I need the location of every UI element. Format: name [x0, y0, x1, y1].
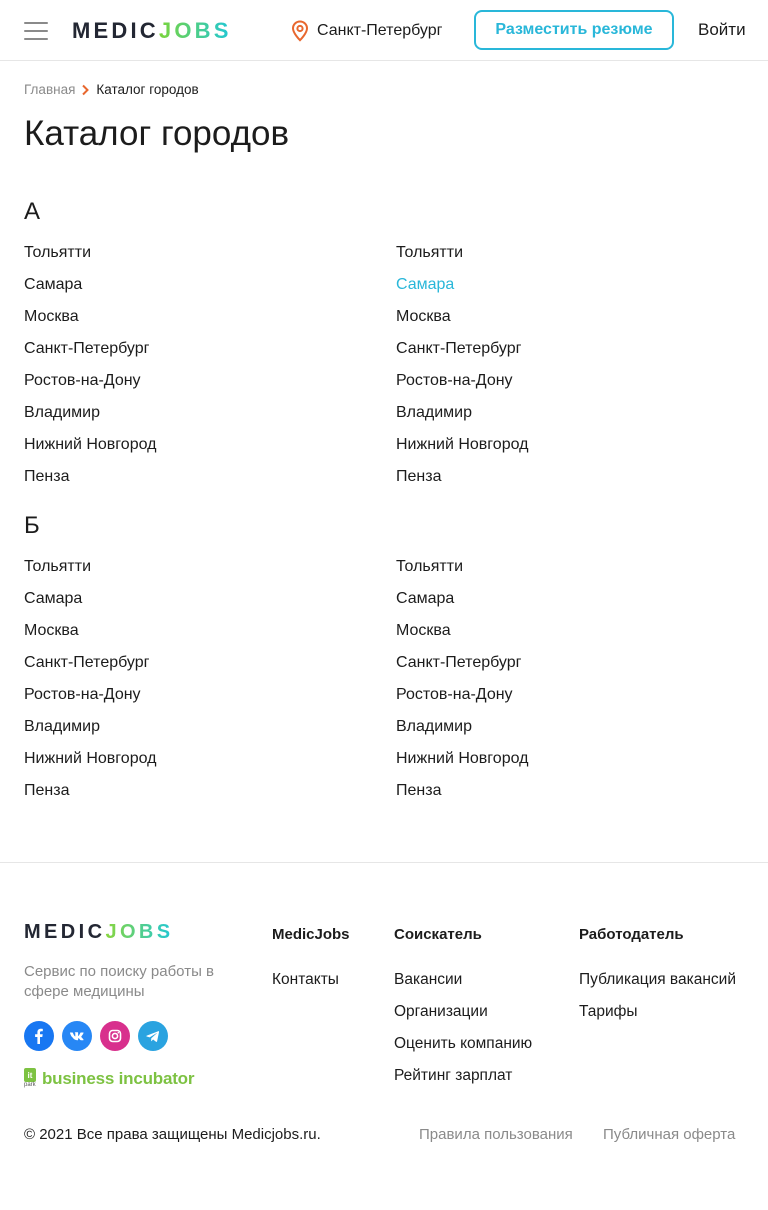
footer-column-title: MedicJobs — [272, 926, 350, 943]
footer-column-medicjobs: MedicJobs Контакты — [272, 926, 350, 1002]
it-park-incubator-logo[interactable]: it park business incubator — [24, 1068, 194, 1090]
page-title: Каталог городов — [24, 114, 290, 153]
social-links — [24, 1021, 168, 1051]
city-link[interactable]: Москва — [24, 307, 364, 339]
city-link[interactable]: Москва — [396, 621, 736, 653]
city-link[interactable]: Санкт-Петербург — [396, 339, 736, 371]
facebook-icon[interactable] — [24, 1021, 54, 1051]
it-park-icon: it park — [24, 1068, 38, 1090]
city-link[interactable]: Нижний Новгород — [396, 435, 736, 467]
footer-link-tariffs[interactable]: Тарифы — [579, 1002, 736, 1034]
menu-icon[interactable] — [24, 22, 48, 40]
city-link[interactable]: Пенза — [24, 781, 364, 813]
city-link[interactable]: Ростов-на-Дону — [24, 371, 364, 403]
chevron-right-icon — [82, 84, 90, 95]
login-link[interactable]: Войти — [698, 20, 746, 40]
city-link[interactable]: Пенза — [396, 781, 736, 813]
city-link[interactable]: Нижний Новгород — [24, 749, 364, 781]
city-link[interactable]: Тольятти — [24, 557, 364, 589]
city-link[interactable]: Москва — [396, 307, 736, 339]
footer-link-organizations[interactable]: Организации — [394, 1002, 532, 1034]
location-pin-icon — [291, 20, 309, 42]
incubator-label: business incubator — [42, 1069, 195, 1088]
city-link[interactable]: Самара — [24, 275, 364, 307]
city-link[interactable]: Ростов-на-Дону — [396, 685, 736, 717]
city-link[interactable]: Владимир — [24, 717, 364, 749]
city-column-b-right: Тольятти Самара Москва Санкт-Петербург Р… — [396, 557, 736, 813]
footer-tagline: Сервис по поиску работы в сфере медицины — [24, 963, 214, 1000]
city-link[interactable]: Санкт-Петербург — [24, 339, 364, 371]
city-link[interactable]: Нижний Новгород — [24, 435, 364, 467]
vk-icon[interactable] — [62, 1021, 92, 1051]
footer-link-salary-rating[interactable]: Рейтинг зарплат — [394, 1066, 532, 1098]
city-column-a-left: Тольятти Самара Москва Санкт-Петербург Р… — [24, 243, 364, 499]
footer-link-publish-vacancies[interactable]: Публикация вакансий — [579, 970, 736, 1002]
copyright: © 2021 Все права защищены Medicjobs.ru. — [24, 1126, 321, 1143]
city-link[interactable]: Самара — [24, 589, 364, 621]
city-link-hovered[interactable]: Самара — [396, 275, 736, 307]
city-link[interactable]: Тольятти — [396, 557, 736, 589]
site-header: MEDICJOBS Санкт-Петербург Разместить рез… — [0, 0, 768, 61]
city-link[interactable]: Нижний Новгород — [396, 749, 736, 781]
footer-column-title: Соискатель — [394, 926, 482, 943]
post-resume-button[interactable]: Разместить резюме — [474, 10, 674, 50]
city-link[interactable]: Ростов-на-Дону — [396, 371, 736, 403]
city-link[interactable]: Тольятти — [24, 243, 364, 275]
city-link[interactable]: Санкт-Петербург — [24, 653, 364, 685]
footer-divider — [0, 862, 768, 863]
footer-column-seeker: Соискатель Вакансии Организации Оценить … — [394, 926, 532, 1098]
letter-heading-a: А — [24, 198, 41, 225]
footer-logo[interactable]: MEDICJOBS — [24, 920, 174, 944]
footer-link-vacancies[interactable]: Вакансии — [394, 970, 532, 1002]
city-link[interactable]: Москва — [24, 621, 364, 653]
city-link[interactable]: Санкт-Петербург — [396, 653, 736, 685]
city-link[interactable]: Пенза — [24, 467, 364, 499]
instagram-icon[interactable] — [100, 1021, 130, 1051]
city-selector[interactable]: Санкт-Петербург — [291, 20, 442, 42]
city-link[interactable]: Тольятти — [396, 243, 736, 275]
footer-link-rate-company[interactable]: Оценить компанию — [394, 1034, 532, 1066]
breadcrumb-current: Каталог городов — [96, 82, 199, 97]
city-column-b-left: Тольятти Самара Москва Санкт-Петербург Р… — [24, 557, 364, 813]
city-link[interactable]: Владимир — [396, 403, 736, 435]
breadcrumb-home[interactable]: Главная — [24, 82, 75, 97]
footer-column-title: Работодатель — [579, 926, 684, 943]
telegram-icon[interactable] — [138, 1021, 168, 1051]
breadcrumb: Главная Каталог городов — [24, 82, 199, 97]
city-label: Санкт-Петербург — [317, 22, 443, 39]
footer-link-contacts[interactable]: Контакты — [272, 970, 350, 1002]
city-link[interactable]: Самара — [396, 589, 736, 621]
public-offer-link[interactable]: Публичная оферта — [603, 1126, 735, 1143]
city-link[interactable]: Ростов-на-Дону — [24, 685, 364, 717]
terms-of-use-link[interactable]: Правила пользования — [419, 1126, 573, 1143]
city-link[interactable]: Пенза — [396, 467, 736, 499]
city-link[interactable]: Владимир — [396, 717, 736, 749]
site-logo[interactable]: MEDICJOBS — [72, 18, 232, 44]
city-link[interactable]: Владимир — [24, 403, 364, 435]
letter-heading-b: Б — [24, 512, 40, 539]
city-column-a-right: Тольятти Самара Москва Санкт-Петербург Р… — [396, 243, 736, 499]
footer-column-employer: Работодатель Публикация вакансий Тарифы — [579, 926, 736, 1034]
